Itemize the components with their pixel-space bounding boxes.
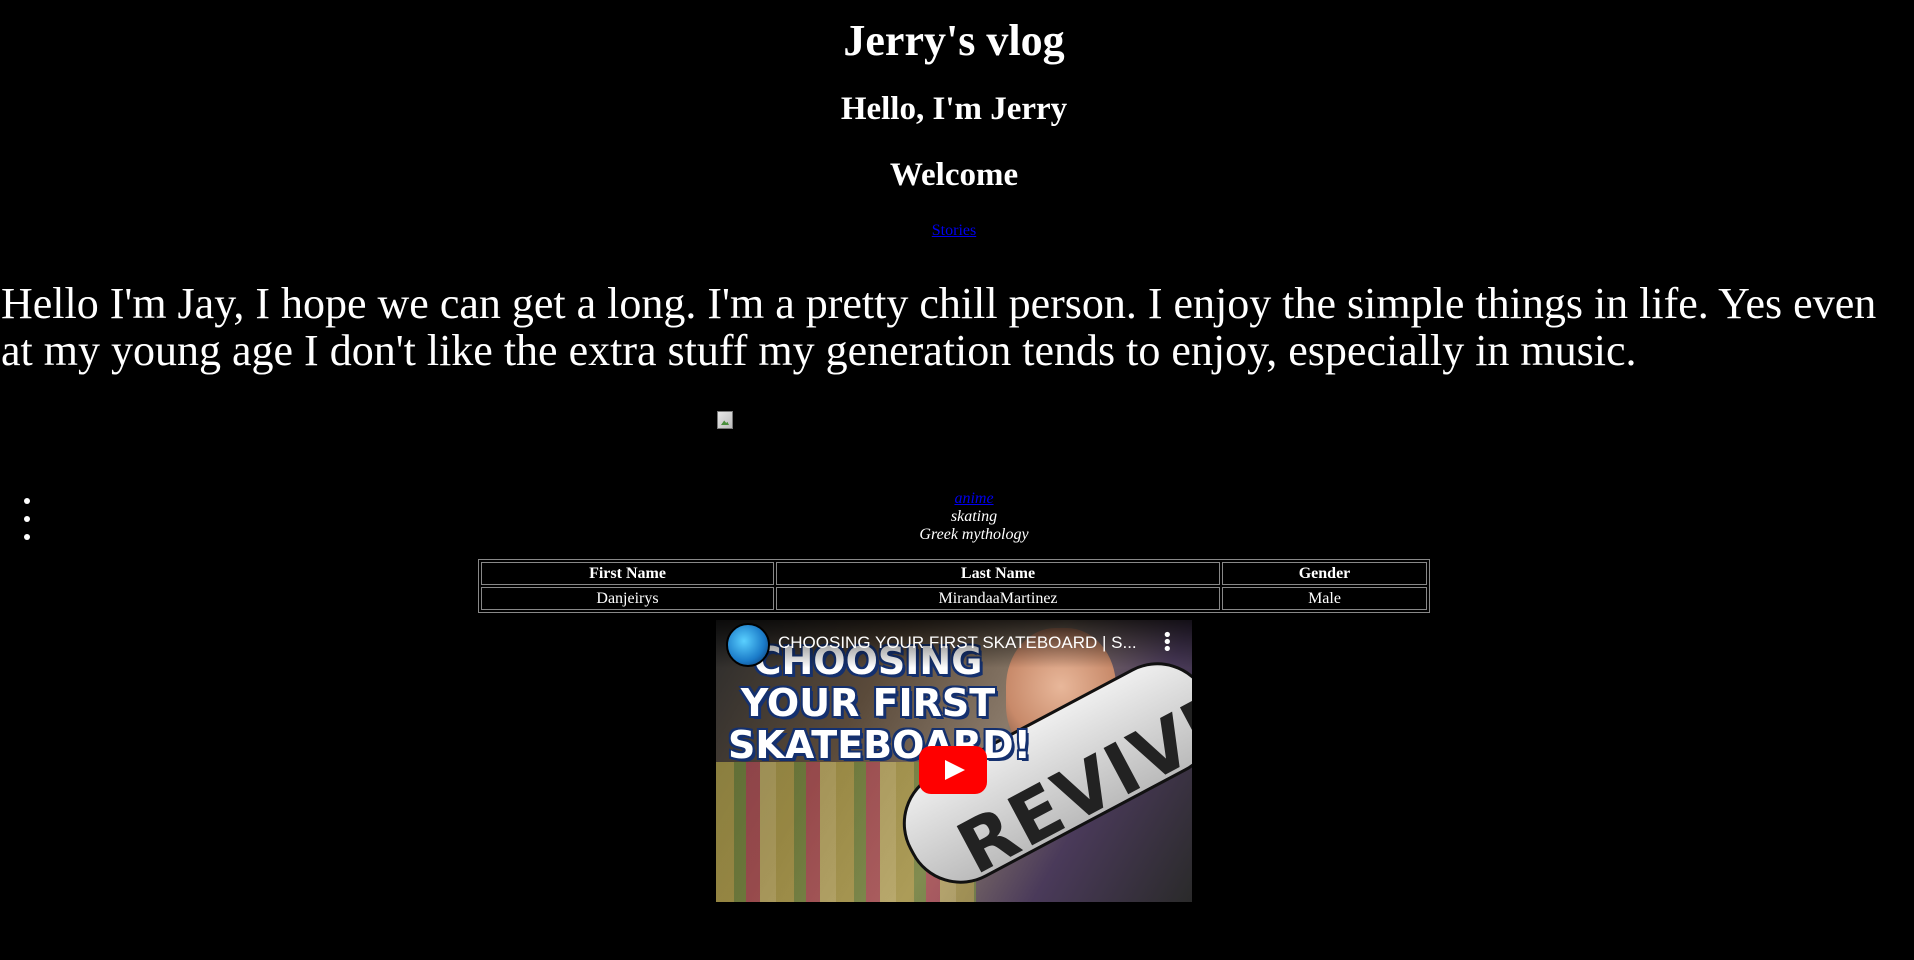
column-header: Gender <box>1222 562 1427 585</box>
list-item[interactable]: anime <box>0 490 1908 508</box>
hobby-label: skating <box>950 508 998 525</box>
welcome-heading: Welcome <box>889 157 1019 193</box>
nav: Stories <box>0 220 1908 242</box>
page-title: Jerry's vlog <box>843 16 1065 65</box>
stories-link[interactable]: Stories <box>932 222 976 239</box>
broken-image-icon <box>717 411 733 429</box>
column-header: Last Name <box>776 562 1220 585</box>
video-embed[interactable]: REVIVE CHOOSING YOUR FIRST SKATEBOARD! C… <box>716 620 1192 902</box>
list-item: skating <box>0 508 1908 526</box>
hobby-link-anime[interactable]: anime <box>954 490 993 507</box>
table-header-row: First Name Last Name Gender <box>481 562 1427 585</box>
column-header: First Name <box>481 562 774 585</box>
channel-avatar-icon[interactable] <box>726 623 770 667</box>
people-table: First Name Last Name Gender Danjeirys Mi… <box>478 559 1430 613</box>
play-button[interactable] <box>919 746 987 794</box>
greeting-heading: Hello, I'm Jerry <box>840 91 1068 127</box>
video-title[interactable]: CHOOSING YOUR FIRST SKATEBOARD | S... <box>778 633 1138 653</box>
hobby-label: Greek mythology <box>919 526 1029 543</box>
table-cell: Male <box>1222 587 1427 610</box>
table-row: Danjeirys MirandaaMartinez Male <box>481 587 1427 610</box>
page: Jerry's vlog Hello, I'm Jerry Welcome St… <box>0 0 1914 960</box>
hobbies-list: anime skating Greek mythology <box>0 490 1908 544</box>
table-cell: MirandaaMartinez <box>776 587 1220 610</box>
more-options-icon[interactable]: • • • <box>1162 627 1173 659</box>
table-cell: Danjeirys <box>481 587 774 610</box>
intro-paragraph: Hello I'm Jay, I hope we can get a long.… <box>1 279 1877 375</box>
list-item: Greek mythology <box>0 526 1908 544</box>
